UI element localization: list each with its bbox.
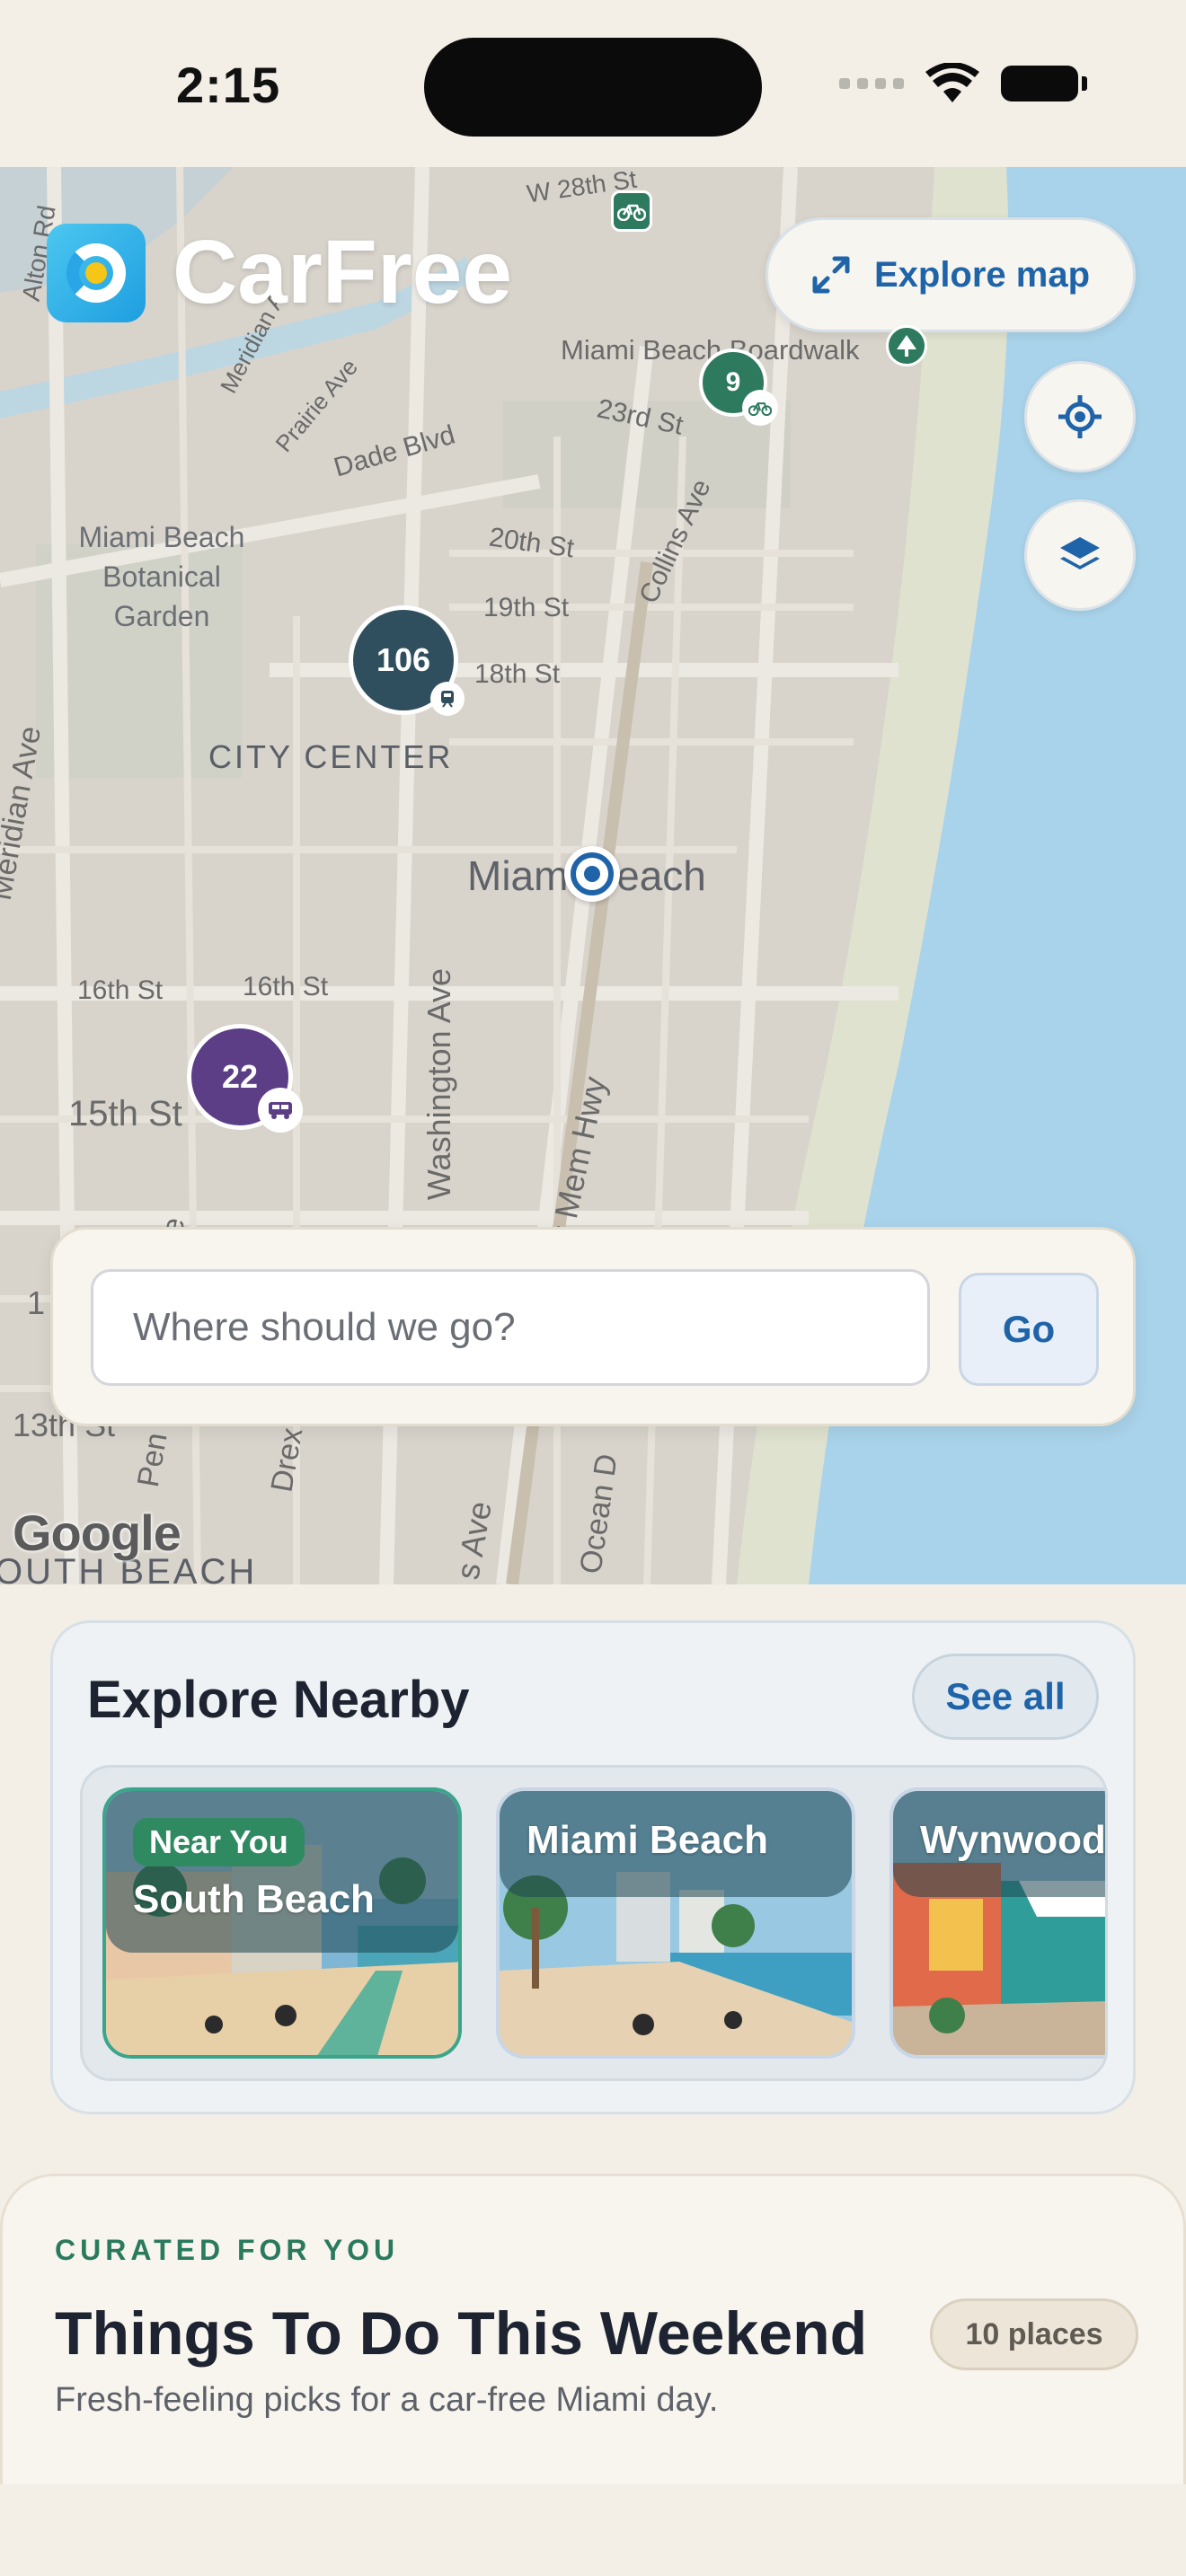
cluster-marker-bus[interactable]: 22: [187, 1024, 303, 1133]
app-logo: CarFree: [47, 221, 512, 324]
search-input[interactable]: [91, 1269, 930, 1386]
dynamic-island: [424, 38, 762, 137]
place-card-miami-beach[interactable]: Miami Beach: [496, 1787, 855, 2059]
layers-icon: [1060, 537, 1100, 569]
cluster-count: 106: [376, 641, 431, 678]
map-view[interactable]: W 28th St Alton Rd Miami Beach Boardwalk…: [0, 167, 1186, 1584]
map-layers-button[interactable]: [1024, 499, 1136, 611]
status-bar: 2:15: [0, 0, 1186, 167]
cellular-signal-icon: [839, 78, 904, 89]
go-button[interactable]: Go: [959, 1273, 1099, 1386]
carfree-logo-icon: [47, 223, 146, 322]
search-card: Go: [50, 1227, 1136, 1426]
cluster-marker-bike[interactable]: 9: [699, 348, 778, 426]
cluster-count: 9: [725, 367, 741, 397]
nearby-carousel[interactable]: Near You South Beach Miami Beach Wynwood: [80, 1765, 1108, 2081]
explore-map-label: Explore map: [873, 254, 1091, 295]
place-name: Miami Beach: [527, 1818, 768, 1862]
street-label: 1: [27, 1284, 46, 1321]
street-label: 16th St: [77, 975, 164, 1005]
curated-subtitle: Fresh-feeling picks for a car-free Miami…: [55, 2381, 719, 2419]
status-time: 2:15: [176, 57, 281, 113]
battery-icon: [1001, 66, 1087, 101]
area-label-city-center: CITY CENTER: [208, 738, 454, 775]
curated-title: Things To Do This Weekend: [55, 2299, 868, 2368]
explore-map-button[interactable]: Explore map: [766, 217, 1136, 332]
my-location-button[interactable]: [1024, 361, 1136, 472]
street-label: 18th St: [474, 659, 561, 689]
street-label: 15th St: [68, 1094, 182, 1134]
app-name: CarFree: [173, 222, 512, 322]
bike-icon: [617, 204, 646, 221]
street-label: Washington Ave: [420, 967, 458, 1201]
bike-icon: [742, 390, 778, 426]
curated-section: CURATED FOR YOU Things To Do This Weeken…: [0, 2174, 1186, 2484]
park-marker[interactable]: [886, 325, 927, 366]
cluster-count: 22: [221, 1058, 259, 1095]
bus-icon: [258, 1088, 303, 1133]
place-card-south-beach[interactable]: Near You South Beach: [102, 1787, 462, 2059]
area-label-garden: Miami Beach Botanical Garden: [78, 521, 245, 632]
explore-nearby-section: Explore Nearby See all Near You South Be…: [50, 1620, 1136, 2114]
street-label: 19th St: [483, 593, 570, 622]
status-icons: [839, 63, 1087, 104]
see-all-button[interactable]: See all: [912, 1654, 1099, 1740]
places-count-badge: 10 places: [930, 2298, 1138, 2370]
tree-icon: [897, 335, 916, 357]
street-label: 16th St: [243, 972, 329, 1001]
train-icon: [430, 682, 465, 716]
current-location-marker: [564, 846, 620, 902]
expand-icon: [812, 256, 850, 294]
bike-station-marker[interactable]: [611, 190, 652, 232]
place-name: Wynwood: [920, 1818, 1106, 1862]
curated-eyebrow: CURATED FOR YOU: [55, 2234, 400, 2266]
cluster-marker-train[interactable]: 106: [349, 605, 465, 716]
section-title: Explore Nearby: [87, 1671, 470, 1729]
place-name: South Beach: [133, 1877, 375, 1921]
near-you-tag: Near You: [133, 1818, 305, 1866]
place-card-wynwood[interactable]: Wynwood: [890, 1787, 1106, 2059]
google-attribution: Google: [13, 1504, 181, 1561]
crosshair-icon: [1058, 395, 1102, 438]
wifi-icon: [925, 63, 979, 102]
